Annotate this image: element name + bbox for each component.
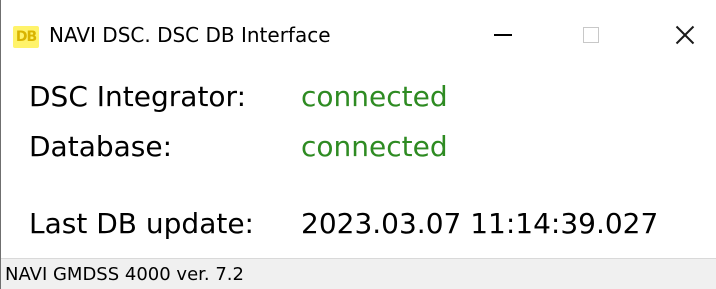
minimize-button[interactable]	[473, 10, 533, 60]
last-update-timestamp: 2023.03.07 11:14:39.027	[301, 207, 659, 240]
last-update-row: Last DB update: 2023.03.07 11:14:39.027	[29, 207, 709, 247]
version-text: NAVI GMDSS 4000 ver. 7.2	[5, 264, 244, 285]
maximize-button[interactable]	[561, 10, 621, 60]
last-update-label: Last DB update:	[29, 207, 254, 240]
database-label: Database:	[29, 130, 173, 163]
app-window: DB NAVI DSC. DSC DB Interface DSC Integr…	[0, 0, 716, 289]
status-bar: NAVI GMDSS 4000 ver. 7.2	[1, 258, 716, 289]
dsc-integrator-row: DSC Integrator: connected	[29, 80, 709, 120]
minimize-icon	[494, 34, 512, 36]
close-button[interactable]	[655, 10, 715, 60]
database-status: connected	[301, 130, 448, 163]
dsc-integrator-status: connected	[301, 80, 448, 113]
dsc-integrator-label: DSC Integrator:	[29, 80, 246, 113]
app-icon-label: DB	[15, 29, 37, 45]
app-icon[interactable]: DB	[13, 26, 39, 48]
window-title: NAVI DSC. DSC DB Interface	[49, 23, 331, 47]
title-bar[interactable]: DB NAVI DSC. DSC DB Interface	[1, 0, 716, 70]
close-icon	[675, 25, 695, 45]
maximize-icon	[583, 27, 599, 43]
database-row: Database: connected	[29, 130, 709, 170]
